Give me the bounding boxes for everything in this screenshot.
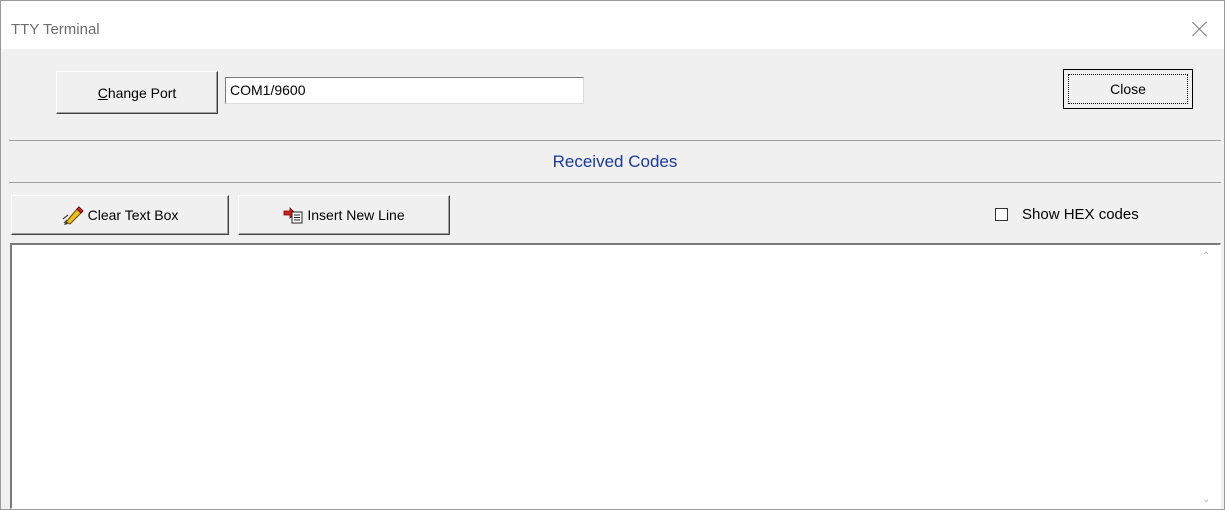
clear-text-box-label: Clear Text Box [87,207,179,223]
port-setting-field[interactable]: COM1/9600 [225,77,584,104]
focus-rectangle [1068,74,1188,104]
insert-new-line-button[interactable]: Insert New Line [238,195,450,235]
close-button[interactable]: Close [1063,69,1193,109]
change-port-label: Change Port [97,84,177,101]
clear-text-box-button[interactable]: Clear Text Box [11,195,229,235]
change-port-button[interactable]: Change Port [56,71,218,114]
show-hex-label[interactable]: Show HEX codes [1022,206,1139,223]
tty-terminal-window: TTY Terminal Change Port COM1/9600 Close… [0,0,1225,510]
received-codes-text-box[interactable]: ⌃ ⌄ [10,243,1221,509]
window-title: TTY Terminal [11,21,100,38]
window-close-icon[interactable] [1184,13,1216,45]
eraser-pencil-icon [62,206,84,225]
scroll-up-icon[interactable]: ⌃ [1202,251,1212,262]
scroll-down-icon[interactable]: ⌄ [1202,494,1212,505]
show-hex-checkbox[interactable] [995,208,1008,221]
insert-new-line-label: Insert New Line [307,207,405,223]
title-bar: TTY Terminal [1,1,1224,49]
insert-line-icon [283,207,303,224]
received-codes-header: Received Codes [9,140,1221,183]
